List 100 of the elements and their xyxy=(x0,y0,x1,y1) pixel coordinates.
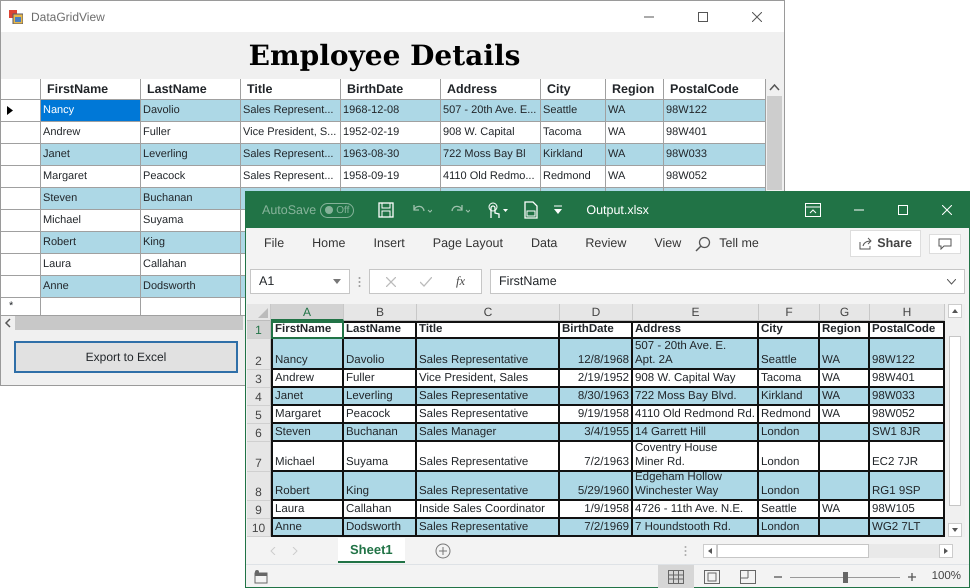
grid-cell[interactable]: 908 W. Capital xyxy=(441,122,541,144)
grid-cell[interactable]: WA xyxy=(606,100,664,122)
grid-cell[interactable]: Suyama xyxy=(141,210,241,232)
sheet-cell[interactable]: Fuller xyxy=(344,370,417,388)
grid-cell[interactable]: Anne xyxy=(41,276,141,298)
grid-cell[interactable]: Sales Represent... xyxy=(241,166,341,188)
sheet-tab[interactable]: Sheet1 xyxy=(338,538,405,564)
name-box[interactable]: A1 xyxy=(250,269,350,294)
sheet-cell[interactable]: 12/8/1968 xyxy=(560,339,633,370)
sheet-cell[interactable] xyxy=(820,519,870,537)
sheet-cell[interactable]: Sales Representative xyxy=(417,519,560,537)
sheet-cell[interactable]: FirstName xyxy=(271,321,344,339)
grid-cell[interactable]: 98W052 xyxy=(664,166,766,188)
sheet-cell[interactable]: 9/19/1958 xyxy=(560,406,633,424)
grid-cell[interactable]: 722 Moss Bay Bl xyxy=(441,144,541,166)
sheet-cell[interactable]: Robert xyxy=(271,472,344,501)
sheet-cell[interactable]: 2/19/1952 xyxy=(560,370,633,388)
expand-caret-icon[interactable] xyxy=(947,278,956,284)
grid-cell[interactable]: Andrew xyxy=(41,122,141,144)
grid-cell[interactable]: 1952-02-19 xyxy=(341,122,441,144)
sheet-cell[interactable]: Edgeham Hollow Winchester Way xyxy=(633,472,759,501)
grid-cell[interactable]: 98W401 xyxy=(664,122,766,144)
grid-cell[interactable]: 507 - 20th Ave. E... xyxy=(441,100,541,122)
column-header[interactable]: PostalCode xyxy=(670,80,739,98)
scroll-right-icon[interactable] xyxy=(939,544,953,558)
sheet-cell[interactable]: Nancy xyxy=(271,339,344,370)
grid-cell[interactable]: Margaret xyxy=(41,166,141,188)
sheet-cell[interactable]: 98W033 xyxy=(870,388,945,406)
ribbon-tab[interactable]: Home xyxy=(298,234,360,253)
sheet-cell[interactable]: WG2 7LT xyxy=(870,519,945,537)
sheet-cell[interactable]: Region xyxy=(820,321,870,339)
scroll-up-icon[interactable] xyxy=(948,304,962,318)
ribbon-tab[interactable]: Review xyxy=(571,234,640,253)
save-icon[interactable] xyxy=(378,202,394,218)
sheet-cell[interactable]: 5/29/1960 xyxy=(560,472,633,501)
grid-cell[interactable]: Michael xyxy=(41,210,141,232)
sheet-cell[interactable]: 98W401 xyxy=(870,370,945,388)
page-layout-view-icon[interactable] xyxy=(704,570,720,584)
sheet-cell[interactable]: Title xyxy=(417,321,560,339)
sheet-cell[interactable]: 722 Moss Bay Blvd. xyxy=(633,388,759,406)
row-header[interactable] xyxy=(1,100,41,122)
grid-cell[interactable]: Robert xyxy=(41,232,141,254)
sheet-cell[interactable]: London xyxy=(759,519,820,537)
grid-cell[interactable]: Laura xyxy=(41,254,141,276)
grid-cell[interactable]: 1968-12-08 xyxy=(341,100,441,122)
maximize-icon[interactable] xyxy=(698,12,708,22)
normal-view-icon[interactable] xyxy=(668,570,684,584)
sheet-cell[interactable]: 98W105 xyxy=(870,501,945,519)
sheet-cell[interactable]: Margaret xyxy=(271,406,344,424)
sheet-cell[interactable]: London xyxy=(759,442,820,472)
sheet-cell[interactable]: Sales Representative xyxy=(417,472,560,501)
customize-caret-icon[interactable] xyxy=(554,205,562,215)
sheet-cell[interactable]: 14 Garrett Hill xyxy=(633,424,759,442)
sheet-cell[interactable]: Janet xyxy=(271,388,344,406)
row-header[interactable]: 3 xyxy=(247,370,271,388)
scrollbar-thumb[interactable] xyxy=(717,544,869,558)
grid-cell[interactable]: Redmond xyxy=(541,166,606,188)
sheet-cell[interactable]: 7 Houndstooth Rd. xyxy=(633,519,759,537)
sheet-cell[interactable]: Sales Manager xyxy=(417,424,560,442)
column-header[interactable]: Address xyxy=(447,80,498,98)
sheet-cell[interactable]: Kirkland xyxy=(759,388,820,406)
column-header[interactable]: D xyxy=(560,304,633,321)
sheet-cell[interactable]: 7/2/1969 xyxy=(560,519,633,537)
grid-cell[interactable]: Callahan xyxy=(141,254,241,276)
sheet-cell[interactable]: King xyxy=(344,472,417,501)
sheet-cell[interactable]: WA xyxy=(820,370,870,388)
sheet-cell[interactable]: Redmond xyxy=(759,406,820,424)
grid-cell[interactable]: King xyxy=(141,232,241,254)
column-header[interactable]: Title xyxy=(247,80,272,98)
sheet-cell[interactable]: Andrew xyxy=(271,370,344,388)
sheet-cell[interactable]: Sales Representative xyxy=(417,442,560,472)
column-header[interactable]: C xyxy=(417,304,560,321)
sheet-cell[interactable]: 1/9/1958 xyxy=(560,501,633,519)
column-header[interactable]: A xyxy=(271,304,344,321)
column-header[interactable]: G xyxy=(820,304,870,321)
dropdown-caret-icon[interactable] xyxy=(333,279,341,284)
row-header[interactable]: 4 xyxy=(247,388,271,406)
sheet-cell[interactable]: Callahan xyxy=(344,501,417,519)
grid-cell[interactable]: Peacock xyxy=(141,166,241,188)
column-header[interactable]: Region xyxy=(612,80,654,98)
zoom-in-icon[interactable] xyxy=(908,573,916,581)
grid-cell[interactable]: Sales Represent... xyxy=(241,144,341,166)
ribbon-display-icon[interactable] xyxy=(805,203,821,217)
sheet-cell[interactable]: BirthDate xyxy=(560,321,633,339)
zoom-slider-thumb[interactable] xyxy=(842,572,848,582)
comments-button[interactable] xyxy=(929,234,961,254)
sheet-cell[interactable]: WA xyxy=(820,501,870,519)
zoom-level[interactable]: 100% xyxy=(932,568,961,586)
grid-cell[interactable]: Nancy xyxy=(41,100,141,122)
sheet-cell[interactable]: 8/30/1963 xyxy=(560,388,633,406)
column-header[interactable]: BirthDate xyxy=(347,80,404,98)
grid-cell[interactable]: 98W122 xyxy=(664,100,766,122)
sheet-cell[interactable]: RG1 9SP xyxy=(870,472,945,501)
sheet-cell[interactable]: WA xyxy=(820,388,870,406)
ribbon-tab[interactable]: File xyxy=(250,234,298,253)
sheet-cell[interactable]: Suyama xyxy=(344,442,417,472)
formula-field[interactable]: FirstName xyxy=(490,269,965,294)
row-header[interactable]: 6 xyxy=(247,424,271,442)
insert-function-button[interactable]: fx xyxy=(456,272,466,291)
sheet-cell[interactable] xyxy=(820,424,870,442)
